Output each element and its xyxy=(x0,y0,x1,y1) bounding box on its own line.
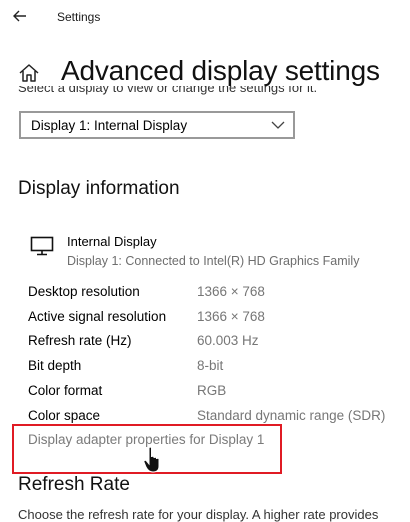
property-label: Bit depth xyxy=(28,358,82,373)
property-label: Active signal resolution xyxy=(28,309,167,324)
section-heading-refresh-rate: Refresh Rate xyxy=(18,474,130,495)
property-value: Standard dynamic range (SDR) xyxy=(197,408,386,423)
property-value: 1366 × 768 xyxy=(197,309,265,324)
property-label: Desktop resolution xyxy=(28,284,140,299)
monitor-subtitle: Display 1: Connected to Intel(R) HD Grap… xyxy=(67,254,360,268)
property-label: Color format xyxy=(28,383,103,398)
hand-cursor-icon xyxy=(143,446,160,473)
display-select-value: Display 1: Internal Display xyxy=(31,118,188,133)
back-arrow-icon[interactable] xyxy=(10,6,30,26)
property-label: Color space xyxy=(28,408,101,423)
section-heading-display-information: Display information xyxy=(18,178,180,199)
display-select-dropdown[interactable]: Display 1: Internal Display xyxy=(19,111,295,139)
home-icon[interactable] xyxy=(18,62,40,84)
property-value: 8-bit xyxy=(197,358,224,373)
property-value: 1366 × 768 xyxy=(197,284,265,299)
chevron-down-icon xyxy=(271,121,285,129)
property-value: RGB xyxy=(197,383,227,398)
monitor-name: Internal Display xyxy=(67,234,157,249)
page-title: Advanced display settings xyxy=(61,55,380,86)
monitor-icon xyxy=(30,236,54,256)
window-title: Settings xyxy=(57,10,101,24)
display-select-hint: Select a display to view or change the s… xyxy=(18,86,318,95)
property-label: Refresh rate (Hz) xyxy=(28,333,132,348)
refresh-rate-description: Choose the refresh rate for your display… xyxy=(18,507,379,522)
property-value: 60.003 Hz xyxy=(197,333,259,348)
